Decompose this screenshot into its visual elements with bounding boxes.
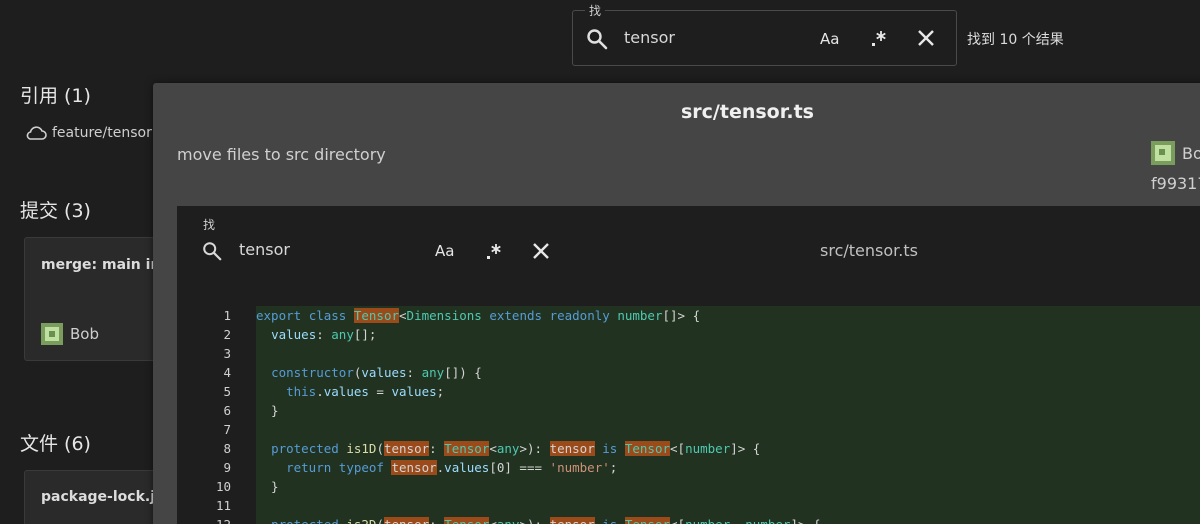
inner-match-case-toggle[interactable]: Aa xyxy=(435,242,454,260)
line-number: 8 xyxy=(223,441,231,456)
modal-author-name: Bob xyxy=(1182,143,1200,163)
search-icon xyxy=(587,29,608,50)
line-number: 10 xyxy=(215,479,231,494)
commits-title: 提交 (3) xyxy=(20,200,91,222)
line-number: 12 xyxy=(177,515,231,524)
line-number: 11 xyxy=(215,498,231,513)
line-source: values: any[]; xyxy=(271,327,377,342)
line-number: 9 xyxy=(223,460,231,475)
line-number: 6 xyxy=(223,403,231,418)
line-number: 3 xyxy=(223,346,231,361)
close-icon[interactable] xyxy=(531,241,551,261)
line-source: constructor(values: any[]) { xyxy=(271,365,482,380)
reference-label: feature/tensor xyxy=(52,125,152,141)
close-icon[interactable] xyxy=(916,28,936,48)
inner-search-input[interactable]: tensor xyxy=(239,240,290,259)
line-source: return typeof tensor.values[0] === 'numb… xyxy=(286,460,618,475)
author-name: Bob xyxy=(70,325,99,343)
avatar xyxy=(41,323,63,345)
search-legend: 找 xyxy=(585,2,606,19)
cloud-icon xyxy=(26,126,47,140)
file-path: src/tensor.ts xyxy=(820,241,918,260)
files-title: 文件 (6) xyxy=(20,433,91,455)
line-number: 7 xyxy=(223,422,231,437)
match-case-toggle[interactable]: Aa xyxy=(820,30,839,48)
top-search-box[interactable]: 找 tensor Aa xyxy=(572,2,957,66)
inner-search-legend: 找 xyxy=(203,218,216,232)
reference-item[interactable]: feature/tensor xyxy=(24,124,152,142)
line-source: protected is1D(tensor: Tensor<any>): ten… xyxy=(271,441,761,456)
line-source: } xyxy=(256,479,279,494)
modal-title: src/tensor.ts xyxy=(680,101,814,123)
code-viewer: 找 tensor Aa src/tensor.ts 1 export class … xyxy=(177,206,1200,524)
line-source: export class Tensor<Dimensions extends r… xyxy=(256,308,701,323)
regex-icon[interactable] xyxy=(484,241,504,261)
regex-icon[interactable] xyxy=(869,28,889,48)
line-number: 4 xyxy=(223,365,231,380)
file-diff-modal: src/tensor.ts move files to src director… xyxy=(153,83,1200,524)
line-source: protected is2D(tensor: Tensor<any>): ten… xyxy=(256,515,821,524)
avatar xyxy=(1151,141,1175,165)
commit-message: move files to src directory xyxy=(177,145,386,164)
commit-hash: f99317 xyxy=(1151,174,1200,193)
search-icon xyxy=(203,242,222,261)
result-count: 找到 10 个结果 xyxy=(967,32,1064,48)
line-source: this.values = values; xyxy=(286,384,445,399)
modal-author: Bob xyxy=(1151,141,1200,165)
line-source: } xyxy=(256,403,279,418)
references-title: 引用 (1) xyxy=(20,85,91,107)
line-number: 5 xyxy=(223,384,231,399)
line-number: 2 xyxy=(223,327,231,342)
commit-author: Bob xyxy=(41,323,99,345)
search-input[interactable]: tensor xyxy=(624,28,675,47)
line-number: 1 xyxy=(223,308,231,323)
code-highlight-band xyxy=(256,306,1200,524)
